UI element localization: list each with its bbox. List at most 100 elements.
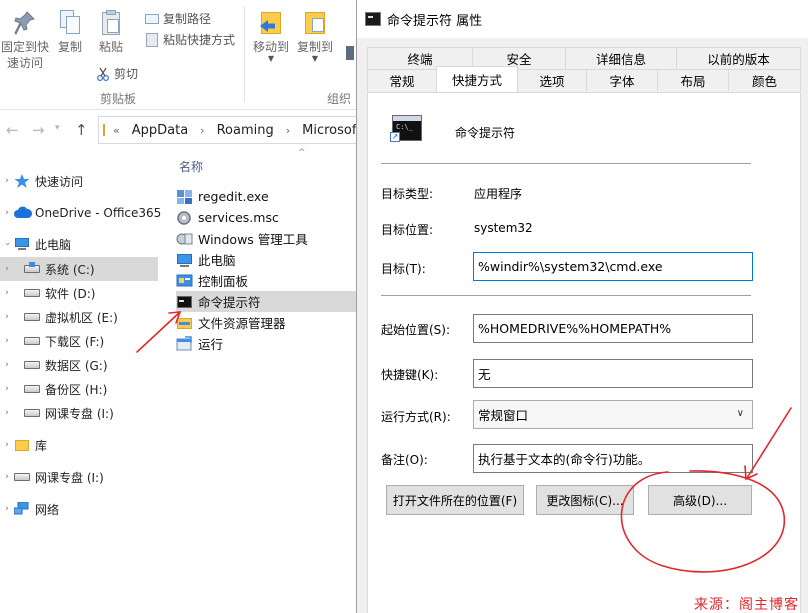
expand-chevron-icon[interactable]: › bbox=[0, 288, 14, 298]
pin-icon bbox=[14, 10, 36, 36]
copy-path-icon bbox=[145, 12, 159, 26]
tab-general[interactable]: 常规 bbox=[367, 69, 437, 91]
expand-chevron-icon[interactable]: › bbox=[0, 264, 14, 274]
file-name: 控制面板 bbox=[198, 274, 249, 289]
cloud-icon bbox=[14, 206, 33, 220]
address-bar[interactable]: « AppData › Roaming › Microsoft bbox=[98, 116, 361, 144]
nav-item-label: 网络 bbox=[35, 502, 60, 517]
breadcrumb-microsoft[interactable]: Microsoft bbox=[302, 123, 361, 138]
expand-chevron-icon[interactable]: › bbox=[0, 384, 14, 394]
tab-shortcut[interactable]: 快捷方式 bbox=[436, 66, 518, 92]
tab-colors[interactable]: 颜色 bbox=[728, 69, 801, 91]
target-label: 目标(T): bbox=[381, 262, 426, 276]
file-row-regedit[interactable]: regedit.exe bbox=[176, 186, 356, 207]
comment-label: 备注(O): bbox=[381, 453, 428, 467]
collapse-chevron-icon[interactable]: › bbox=[2, 237, 12, 251]
sort-chevron-icon[interactable]: ^ bbox=[298, 148, 306, 158]
back-arrow-icon[interactable]: ← bbox=[6, 121, 19, 139]
nav-item-drive-e[interactable]: › 虚拟机区 (E:) bbox=[0, 305, 158, 329]
computer-icon bbox=[14, 237, 30, 251]
nav-item-onedrive[interactable]: › OneDrive - Office365 bbox=[0, 201, 161, 225]
up-arrow-icon[interactable]: ↑ bbox=[75, 121, 88, 139]
column-header-name[interactable]: 名称 bbox=[179, 158, 203, 175]
drive-icon bbox=[24, 382, 40, 396]
file-row-control-panel[interactable]: 控制面板 bbox=[176, 270, 356, 291]
expand-chevron-icon[interactable]: › bbox=[0, 504, 14, 514]
hotkey-field[interactable]: 无 bbox=[473, 359, 753, 388]
nav-item-network[interactable]: › 网络 bbox=[0, 497, 158, 521]
expand-chevron-icon[interactable]: › bbox=[0, 312, 14, 322]
breadcrumb-overflow[interactable]: « bbox=[113, 124, 120, 137]
tab-options[interactable]: 选项 bbox=[517, 69, 587, 91]
expand-chevron-icon[interactable]: › bbox=[0, 472, 14, 482]
nav-item-this-pc[interactable]: › 此电脑 bbox=[0, 232, 158, 256]
control-panel-icon bbox=[176, 273, 193, 289]
nav-item-label: 库 bbox=[35, 438, 48, 453]
paste-shortcut-button[interactable]: 粘贴快捷方式 bbox=[145, 31, 235, 48]
nav-item-drive-d[interactable]: › 软件 (D:) bbox=[0, 281, 158, 305]
star-icon bbox=[14, 174, 30, 188]
pin-quick-access-button[interactable]: 固定到快 速访问 bbox=[0, 10, 50, 71]
copy-to-button[interactable]: 复制到 ▼ bbox=[294, 10, 336, 63]
breadcrumb-separator-icon: › bbox=[200, 123, 205, 137]
paste-button[interactable]: 粘贴 bbox=[93, 10, 129, 55]
open-file-location-button[interactable]: 打开文件所在的位置(F) bbox=[386, 485, 524, 515]
move-to-button[interactable]: 移动到 ▼ bbox=[250, 10, 292, 63]
copy-icon bbox=[59, 10, 81, 36]
cut-button[interactable]: 剪切 bbox=[96, 65, 138, 82]
ribbon-separator bbox=[244, 6, 245, 102]
comment-field[interactable]: 执行基于文本的(命令行)功能。 bbox=[473, 444, 753, 473]
nav-item-drive-i-root[interactable]: › 网课专盘 (I:) bbox=[0, 465, 158, 489]
change-icon-button[interactable]: 更改图标(C)... bbox=[536, 485, 634, 515]
expand-chevron-icon[interactable]: › bbox=[0, 208, 14, 218]
tab-layout[interactable]: 布局 bbox=[657, 69, 729, 91]
file-name: services.msc bbox=[198, 210, 279, 225]
dialog-titlebar[interactable]: 命令提示符 属性 bbox=[357, 0, 808, 38]
registry-icon bbox=[176, 189, 193, 205]
nav-item-drive-f[interactable]: › 下载区 (F:) bbox=[0, 329, 158, 353]
nav-item-label: 此电脑 bbox=[35, 237, 72, 252]
file-name: 运行 bbox=[198, 337, 224, 352]
run-select[interactable]: 常规窗口 ∨ bbox=[473, 400, 753, 429]
folder-icon bbox=[176, 315, 193, 331]
tab-font[interactable]: 字体 bbox=[586, 69, 658, 91]
nav-item-drive-h[interactable]: › 备份区 (H:) bbox=[0, 377, 158, 401]
breadcrumb-roaming[interactable]: Roaming bbox=[217, 123, 274, 138]
nav-item-quick-access[interactable]: › 快速访问 bbox=[0, 169, 158, 193]
file-row-admin-tools[interactable]: Windows 管理工具 bbox=[176, 228, 356, 249]
copy-path-button[interactable]: 复制路径 bbox=[145, 10, 211, 27]
start-in-field[interactable]: %HOMEDRIVE%%HOMEPATH% bbox=[473, 314, 753, 343]
expand-chevron-icon[interactable]: › bbox=[0, 360, 14, 370]
shortcut-tab-panel: C:\_ ↗ 命令提示符 目标类型: 应用程序 目标位置: system32 目… bbox=[367, 92, 801, 613]
drive-icon bbox=[24, 334, 40, 348]
file-row-file-explorer[interactable]: 文件资源管理器 bbox=[176, 312, 356, 333]
nav-item-label: 系统 (C:) bbox=[45, 262, 95, 277]
expand-chevron-icon[interactable]: › bbox=[0, 408, 14, 418]
copy-button[interactable]: 复制 bbox=[52, 10, 88, 55]
file-row-run[interactable]: 运行 bbox=[176, 333, 356, 354]
tab-previous-versions[interactable]: 以前的版本 bbox=[676, 47, 801, 69]
file-name: 此电脑 bbox=[198, 253, 236, 268]
nav-item-libraries[interactable]: › 库 bbox=[0, 433, 158, 457]
nav-item-label: 数据区 (G:) bbox=[45, 358, 108, 373]
forward-arrow-icon[interactable]: → bbox=[32, 121, 45, 139]
file-row-command-prompt[interactable]: 命令提示符 bbox=[176, 291, 356, 312]
tab-details[interactable]: 详细信息 bbox=[565, 47, 677, 69]
file-row-services[interactable]: services.msc bbox=[176, 207, 356, 228]
organize-group-label: 组织 bbox=[327, 92, 352, 106]
cmd-shortcut-icon: C:\_ ↗ bbox=[390, 115, 422, 142]
expand-chevron-icon[interactable]: › bbox=[0, 176, 14, 186]
recent-chevron-icon[interactable]: ▾ bbox=[55, 123, 60, 133]
nav-item-drive-i[interactable]: › 网课专盘 (I:) bbox=[0, 401, 158, 425]
nav-item-drive-g[interactable]: › 数据区 (G:) bbox=[0, 353, 158, 377]
file-row-this-pc[interactable]: 此电脑 bbox=[176, 249, 356, 270]
advanced-button[interactable]: 高级(D)... bbox=[648, 485, 752, 515]
expand-chevron-icon[interactable]: › bbox=[0, 336, 14, 346]
clipboard-group-label: 剪贴板 bbox=[100, 92, 137, 106]
target-field[interactable]: %windir%\system32\cmd.exe bbox=[473, 252, 753, 281]
dialog-title: 命令提示符 属性 bbox=[387, 13, 483, 29]
expand-chevron-icon[interactable]: › bbox=[0, 440, 14, 450]
scissors-icon bbox=[96, 67, 110, 81]
breadcrumb-appdata[interactable]: AppData bbox=[132, 123, 188, 138]
nav-item-drive-c[interactable]: › 系统 (C:) bbox=[0, 257, 158, 281]
